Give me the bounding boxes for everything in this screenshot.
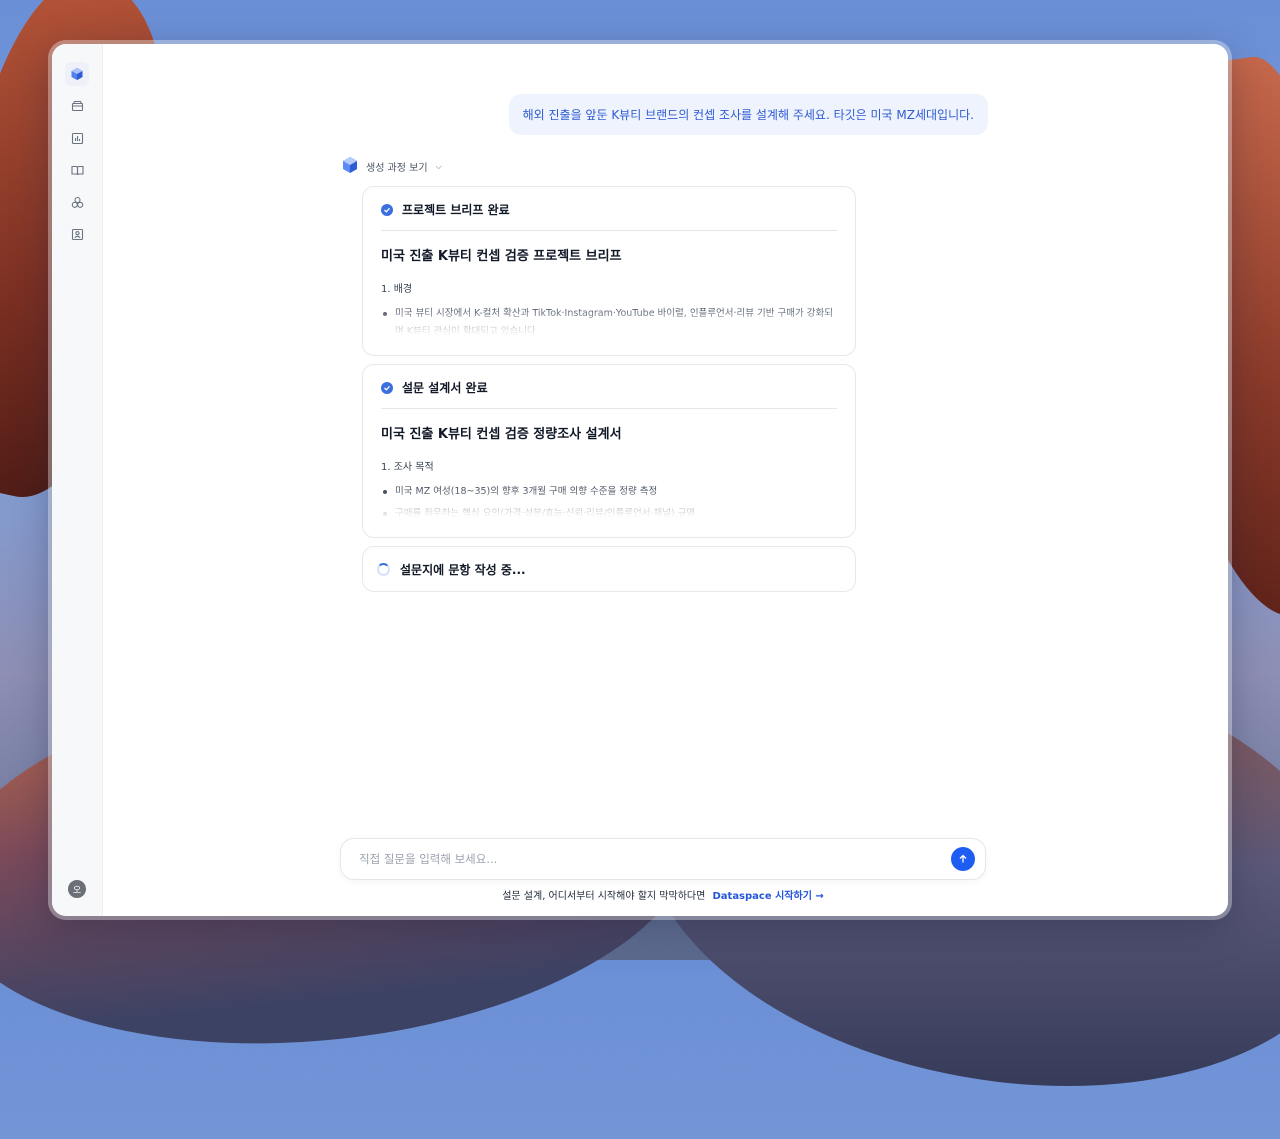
app-window: 오 해외 진출을 앞둔 K뷰티 브랜드의 컨셉 조사를 설계해 주세요. 타깃은… bbox=[52, 44, 1228, 916]
loading-spinner-icon bbox=[377, 563, 390, 576]
chat-main: 해외 진출을 앞둔 K뷰티 브랜드의 컨셉 조사를 설계해 주세요. 타깃은 미… bbox=[102, 44, 1228, 916]
dataspace-start-link[interactable]: Dataspace 시작하기 → bbox=[712, 891, 823, 902]
card-status-title: 프로젝트 브리프 완료 bbox=[402, 203, 510, 217]
document-title: 미국 진출 K뷰티 컨셉 검증 정량조사 설계서 bbox=[381, 427, 622, 442]
question-input[interactable] bbox=[357, 851, 951, 867]
section-heading: 1. 조사 목적 bbox=[381, 462, 434, 473]
contacts-icon[interactable] bbox=[65, 222, 89, 246]
document-title: 미국 진출 K뷰티 컨셉 검증 프로젝트 브리프 bbox=[381, 249, 622, 264]
sidebar: 오 bbox=[52, 44, 103, 916]
user-message-bubble: 해외 진출을 앞둔 K뷰티 브랜드의 컨셉 조사를 설계해 주세요. 타깃은 미… bbox=[508, 94, 988, 135]
list-item: 구매를 좌우하는 핵심 요인(가격·성분/효능·신뢰·리뷰/인플루언서·채널) … bbox=[381, 505, 837, 523]
list-item: 미국 뷰티 시장에서 K-컬처 확산과 TikTok·Instagram·You… bbox=[381, 305, 837, 341]
divider bbox=[381, 230, 837, 231]
loading-status: 설문지에 문항 작성 중... bbox=[400, 563, 526, 577]
bullet-list: 미국 뷰티 시장에서 K-컬처 확산과 TikTok·Instagram·You… bbox=[381, 305, 837, 341]
loading-card: 설문지에 문항 작성 중... bbox=[362, 546, 856, 592]
check-circle-icon bbox=[381, 203, 393, 216]
section-heading: 1. 배경 bbox=[381, 284, 413, 295]
list-item: 미국 MZ 여성(18~35)의 향후 3개월 구매 의향 수준을 정량 측정 bbox=[381, 483, 837, 501]
arrow-up-icon bbox=[959, 854, 967, 863]
shapes-icon[interactable] bbox=[65, 190, 89, 214]
process-toggle-label: 생성 과정 보기 bbox=[366, 163, 428, 174]
book-icon[interactable] bbox=[65, 158, 89, 182]
bullet-list: 미국 MZ 여성(18~35)의 향후 3개월 구매 의향 수준을 정량 측정 … bbox=[381, 483, 837, 523]
footer-text: 설문 설계, 어디서부터 시작해야 할지 막막하다면 bbox=[502, 891, 706, 902]
brief-card: 프로젝트 브리프 완료 미국 진출 K뷰티 컨셉 검증 프로젝트 브리프 1. … bbox=[362, 186, 856, 356]
divider bbox=[381, 408, 837, 409]
survey-design-card: 설문 설계서 완료 미국 진출 K뷰티 컨셉 검증 정량조사 설계서 1. 조사… bbox=[362, 364, 856, 538]
send-button[interactable] bbox=[951, 847, 975, 871]
chat-composer bbox=[340, 838, 986, 880]
card-status-title: 설문 설계서 완료 bbox=[402, 381, 488, 395]
footer-note: 설문 설계, 어디서부터 시작해야 할지 막막하다면 Dataspace 시작하… bbox=[340, 887, 986, 902]
chevron-down-icon: ⌵ bbox=[435, 161, 442, 171]
check-circle-icon bbox=[381, 381, 393, 394]
assistant-logo-icon bbox=[342, 156, 358, 177]
archive-icon[interactable] bbox=[65, 94, 89, 118]
chart-icon[interactable] bbox=[65, 126, 89, 150]
logo-icon[interactable] bbox=[65, 62, 89, 86]
process-toggle[interactable]: 생성 과정 보기 ⌵ bbox=[342, 156, 442, 177]
user-avatar[interactable]: 오 bbox=[68, 880, 86, 898]
